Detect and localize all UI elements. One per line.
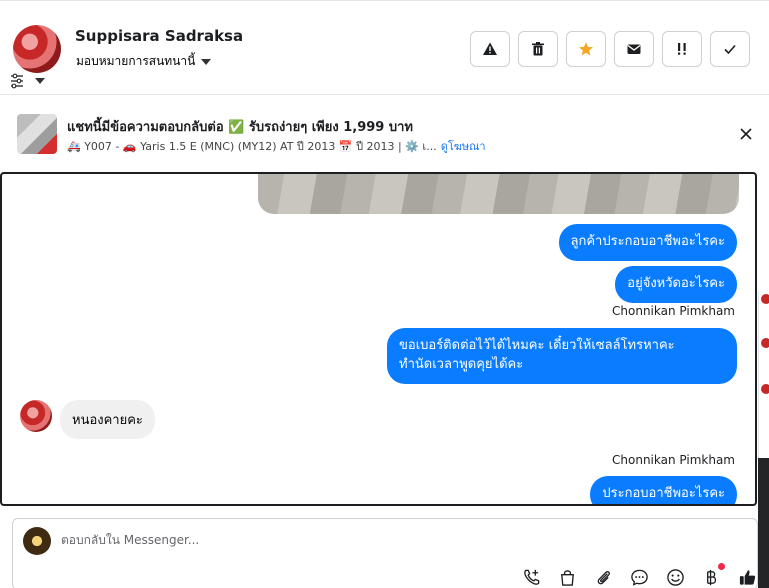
ad-subtitle-row: 🚑 Y007 - 🚗 Yaris 1.5 E (MNC) (MY12) AT ป… [67,137,486,155]
call-button[interactable] [520,566,542,588]
shared-photo[interactable] [258,174,739,214]
close-icon[interactable] [739,127,753,141]
star-button[interactable] [566,31,606,67]
shopping-bag-icon [560,569,574,586]
incoming-message[interactable]: หนองคายคะ [60,400,155,439]
phone-plus-icon [523,569,539,585]
messenger-conversation-view: Suppisara Sadraksa มอบหมายการสนทนานี้ แช… [0,0,769,588]
shop-button[interactable] [556,566,578,588]
chat-bubble-icon [630,569,648,586]
ad-subtitle: 🚑 Y007 - 🚗 Yaris 1.5 E (MNC) (MY12) AT ป… [67,140,437,153]
sender-name: Chonnikan Pimkham [612,304,735,318]
contact-name[interactable]: Suppisara Sadraksa [75,27,243,45]
avatar[interactable] [20,400,52,432]
conversation-header: Suppisara Sadraksa มอบหมายการสนทนานี้ [0,0,769,94]
delete-button[interactable] [518,31,558,67]
emoji-button[interactable] [664,566,686,588]
header-actions [470,31,750,67]
composer-toolbar [520,563,758,588]
saved-replies-button[interactable] [628,566,650,588]
caret-down-icon [201,58,212,65]
exclamation-icon [678,43,686,55]
paperclip-icon [597,570,610,584]
message-thread[interactable]: ลูกค้าประกอบอาชีพอะไรคะ อยู่จังหวัดอะไรค… [0,172,757,506]
side-panel-dark [758,458,769,588]
trash-icon [532,42,544,56]
view-ad-link[interactable]: ดูโฆษณา [441,137,486,155]
sender-name: Chonnikan Pimkham [612,453,735,467]
page-avatar [23,527,51,555]
assign-label: มอบหมายการสนทนานี้ [76,54,196,68]
message-line: ทำนัดเวลาพูดคุยได้คะ [399,356,524,372]
thumbs-up-icon [739,569,755,585]
message-line: ขอเบอร์ติดต่อไว้ได้ไหมคะ เดี๋ยวให้เซลล์โ… [399,338,675,353]
check-icon [724,44,736,55]
payment-button[interactable] [700,563,725,588]
like-button[interactable] [736,566,758,588]
ad-thumbnail[interactable] [17,114,57,154]
avatar[interactable] [761,294,769,304]
avatar[interactable] [761,338,769,348]
outgoing-message[interactable]: ขอเบอร์ติดต่อไว้ได้ไหมคะ เดี๋ยวให้เซลล์โ… [387,328,737,384]
attach-button[interactable] [592,566,614,588]
spam-button[interactable] [470,31,510,67]
avatar[interactable] [13,25,61,73]
reply-input[interactable] [61,533,621,547]
envelope-icon [627,44,641,54]
outgoing-message[interactable]: ประกอบอาชีพอะไรคะ [590,476,737,504]
ad-context-banner: แชทนี้มีข้อความตอบกลับต่อ ✅ รับรถง่ายๆ เ… [0,94,769,170]
filter-sliders-icon[interactable] [9,73,47,89]
assign-conversation-dropdown[interactable]: มอบหมายการสนทนานี้ [76,52,212,71]
avatar[interactable] [761,384,769,394]
warning-icon [483,42,497,55]
mark-unread-button[interactable] [614,31,654,67]
star-icon [579,42,593,56]
mark-done-button[interactable] [710,31,750,67]
follow-up-button[interactable] [662,31,702,67]
outgoing-message[interactable]: ลูกค้าประกอบอาชีพอะไรคะ [558,224,737,261]
notification-dot [718,563,725,570]
baht-icon [706,569,716,585]
ad-title: แชทนี้มีข้อความตอบกลับต่อ ✅ รับรถง่ายๆ เ… [67,120,413,135]
smiley-icon [666,568,684,586]
outgoing-message[interactable]: อยู่จังหวัดอะไรคะ [615,266,737,303]
